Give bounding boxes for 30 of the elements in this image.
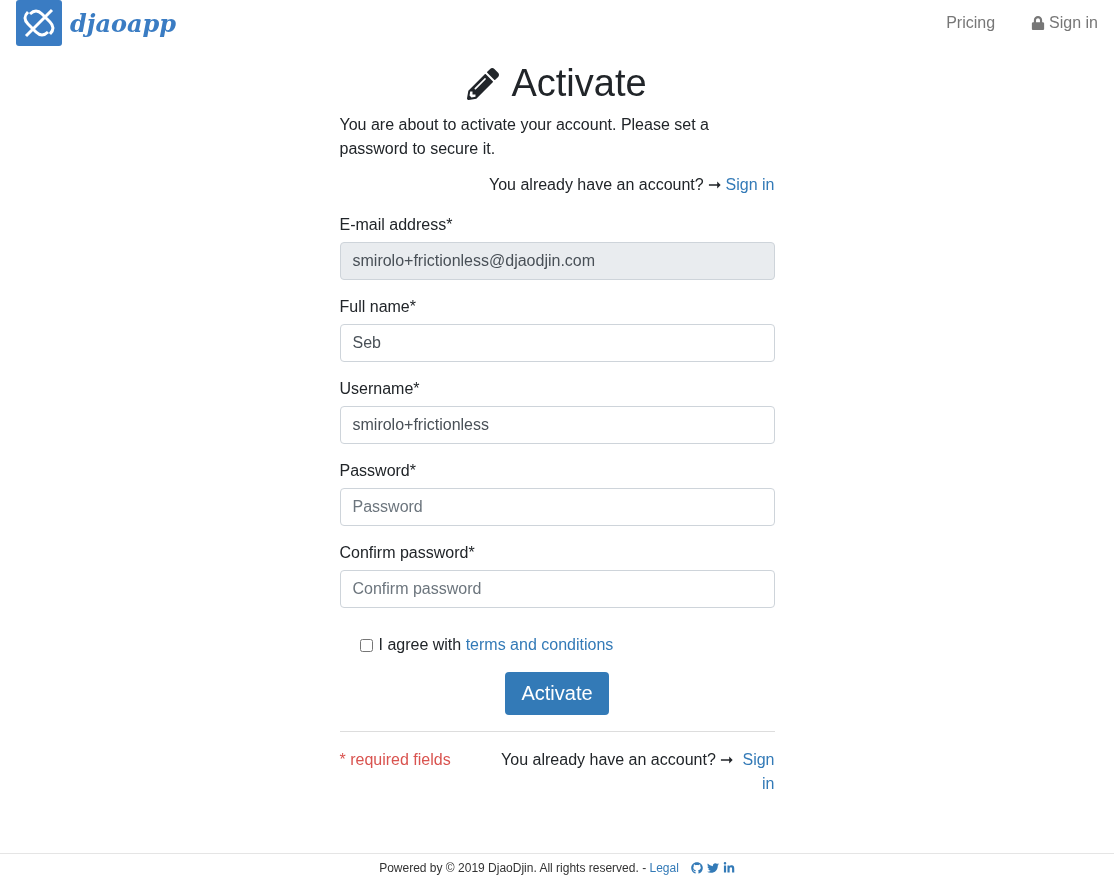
signin-link[interactable]: Sign in bbox=[737, 748, 775, 796]
signin-prompt: You already have an account? ➞ Sign in bbox=[499, 748, 775, 796]
required-note: * required fields bbox=[339, 750, 451, 770]
terms-text: I agree with terms and conditions bbox=[378, 636, 614, 654]
page-title: Activate bbox=[511, 62, 647, 105]
field-label: Username* bbox=[339, 380, 421, 398]
field-label: Confirm password* bbox=[339, 544, 476, 562]
terms-checkbox[interactable] bbox=[359, 638, 373, 652]
field-label: Password* bbox=[339, 462, 417, 480]
input-field[interactable]: Password bbox=[339, 488, 775, 526]
linkedin-icon[interactable] bbox=[722, 862, 735, 874]
intro-text: You are about to activate your account. Please set a password to secure it. bbox=[339, 115, 710, 159]
activate-button[interactable]: Activate bbox=[505, 672, 609, 715]
footer-text: Powered by © 2019 DjaoDjin. All rights reserved. - Legal bbox=[379, 861, 679, 875]
pencil-icon bbox=[467, 67, 500, 100]
terms-link[interactable]: terms and conditions bbox=[465, 636, 614, 653]
twitter-icon[interactable] bbox=[706, 862, 719, 874]
input-field[interactable]: Seb bbox=[339, 324, 775, 362]
input-field[interactable]: Confirm password bbox=[339, 570, 775, 608]
logo-icon[interactable] bbox=[16, 0, 62, 46]
nav-link[interactable]: Pricing bbox=[946, 14, 996, 32]
logo-text[interactable]: djaoapp bbox=[70, 8, 177, 38]
field-label: Full name* bbox=[339, 298, 417, 316]
nav-link[interactable]: Sign in bbox=[1031, 14, 1098, 32]
input-field[interactable]: smirolo+frictionless bbox=[339, 406, 775, 444]
signin-link[interactable]: Sign in bbox=[725, 176, 775, 193]
signin-prompt: You already have an account? ➞ Sign in bbox=[488, 175, 775, 194]
github-icon[interactable] bbox=[690, 862, 703, 874]
legal-link[interactable]: Legal bbox=[649, 861, 679, 875]
field-label: E-mail address* bbox=[339, 216, 454, 234]
